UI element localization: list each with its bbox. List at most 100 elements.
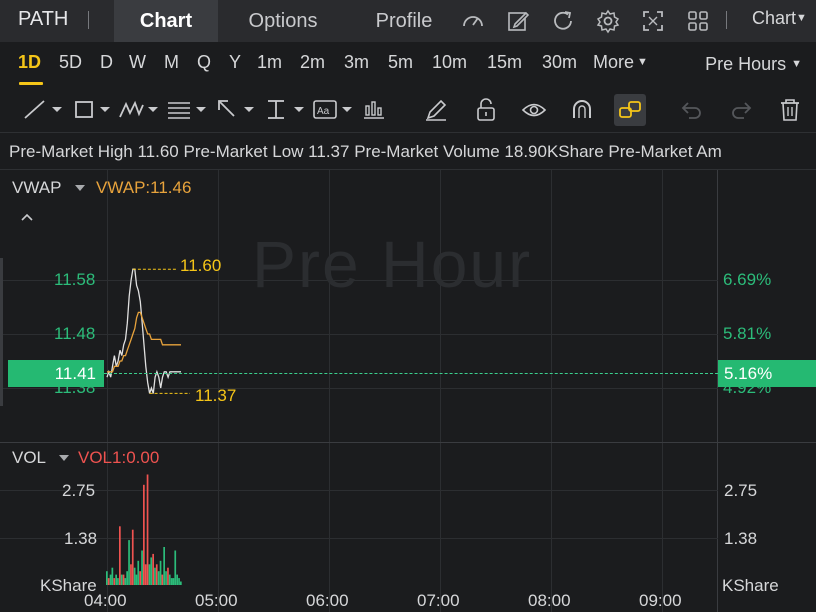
nav-divider	[726, 11, 727, 29]
pattern-icon[interactable]	[118, 96, 164, 124]
redo-icon[interactable]	[727, 96, 755, 124]
period-more-label: More	[593, 52, 635, 72]
volume-bar	[161, 574, 164, 585]
period-5d[interactable]: 5D	[59, 52, 82, 73]
drawing-toolbar: Aa	[0, 90, 816, 130]
volume-bar	[159, 560, 162, 585]
volume-bar	[130, 564, 132, 585]
price-tick: 11.48	[54, 324, 96, 343]
volume-bar	[146, 474, 149, 585]
edit-icon[interactable]	[505, 8, 531, 34]
volume-bar	[172, 578, 175, 585]
volume-tick: 1.38	[724, 529, 758, 548]
low-marker-label: 11.37	[195, 386, 237, 405]
caret-down-icon[interactable]	[75, 185, 85, 191]
text-icon[interactable]: Aa	[312, 96, 358, 124]
fibonacci-icon[interactable]	[166, 96, 212, 124]
grid-line	[0, 538, 718, 539]
time-tick: 09:00	[639, 591, 682, 610]
caret-down-icon[interactable]	[59, 455, 69, 461]
svg-text:Aa: Aa	[317, 106, 330, 117]
indicator-icon[interactable]	[360, 96, 388, 124]
volume-bar	[165, 571, 167, 585]
session-watermark: Pre Hour	[252, 227, 533, 301]
volume-bar	[180, 581, 182, 585]
period-1m[interactable]: 1m	[257, 52, 282, 73]
price-series-line	[106, 268, 181, 394]
caret-down-icon: ▼	[637, 56, 648, 68]
volume-indicator-label[interactable]: VOL	[12, 448, 46, 468]
volume-bar	[135, 574, 138, 585]
price-axis-border	[717, 170, 718, 612]
volume-bar	[152, 553, 154, 585]
session-dropdown[interactable]: Pre Hours ▼	[705, 54, 802, 75]
ticker-symbol[interactable]: PATH	[18, 8, 68, 31]
vwap-value: VWAP:11.46	[96, 178, 192, 197]
volume-bar	[119, 526, 121, 585]
volume-bar	[137, 560, 140, 585]
period-1d[interactable]: 1D	[18, 52, 41, 73]
caret-down-icon: ▼	[791, 58, 802, 70]
pane-divider[interactable]	[0, 442, 816, 443]
period-more[interactable]: More ▼	[593, 52, 648, 73]
grid-icon[interactable]	[685, 8, 711, 34]
time-tick: 04:00	[84, 591, 127, 610]
volume-bar	[109, 574, 112, 585]
volume-bar	[113, 578, 116, 585]
period-m[interactable]: M	[164, 52, 179, 73]
tab-chart[interactable]: Chart	[114, 0, 218, 42]
trend-line-icon[interactable]	[22, 96, 68, 124]
measure-icon[interactable]	[264, 96, 310, 124]
settings-icon[interactable]	[595, 8, 621, 34]
rectangle-icon[interactable]	[72, 96, 118, 124]
period-15m[interactable]: 15m	[487, 52, 522, 73]
period-2m[interactable]: 2m	[300, 52, 325, 73]
volume-value: VOL1:0.00	[78, 448, 160, 467]
volume-tick: 1.38	[64, 529, 98, 548]
last-price-value: 11.41	[54, 364, 96, 383]
eye-icon[interactable]	[520, 96, 548, 124]
period-w[interactable]: W	[129, 52, 146, 73]
tab-profile[interactable]: Profile	[358, 0, 450, 42]
period-bar: 1D 5D D W M Q Y 1m 2m 3m 5m 10m 15m 30m …	[0, 42, 816, 88]
chevron-up-icon[interactable]	[19, 211, 35, 223]
volume-bar	[168, 574, 171, 585]
gauge-icon[interactable]	[460, 8, 486, 34]
grid-line	[662, 170, 663, 612]
grid-line	[0, 334, 718, 335]
period-10m[interactable]: 10m	[432, 52, 467, 73]
tab-options[interactable]: Options	[228, 0, 338, 42]
volume-bar	[148, 564, 151, 585]
trash-icon[interactable]	[776, 96, 804, 124]
grid-line	[0, 388, 718, 389]
refresh-icon[interactable]	[550, 8, 576, 34]
pen-icon[interactable]	[422, 96, 450, 124]
volume-bar	[133, 567, 136, 585]
period-d[interactable]: D	[100, 52, 113, 73]
vwap-series-line	[107, 311, 181, 373]
volume-bar	[141, 550, 143, 585]
volume-bar	[126, 571, 128, 585]
price-tick: 11.58	[54, 270, 96, 289]
pane-resize-handle[interactable]	[0, 258, 3, 406]
lock-icon[interactable]	[472, 96, 500, 124]
volume-bar	[155, 564, 158, 585]
period-3m[interactable]: 3m	[344, 52, 369, 73]
volume-bar	[111, 567, 114, 585]
arrow-icon[interactable]	[214, 96, 260, 124]
active-period-indicator	[19, 82, 43, 85]
nav-divider	[88, 11, 89, 29]
period-30m[interactable]: 30m	[542, 52, 577, 73]
undo-icon[interactable]	[678, 96, 706, 124]
pre-market-info-bar: Pre-Market High 11.60 Pre-Market Low 11.…	[0, 132, 816, 170]
period-y[interactable]: Y	[229, 52, 241, 73]
fullscreen-icon[interactable]	[640, 8, 666, 34]
chart-menu-dropdown[interactable]: Chart▼	[752, 8, 807, 29]
vwap-indicator-label[interactable]: VWAP	[12, 178, 61, 198]
volume-bar	[115, 574, 117, 585]
magnet-icon[interactable]	[568, 96, 596, 124]
volume-bar	[107, 578, 110, 585]
period-5m[interactable]: 5m	[388, 52, 413, 73]
link-icon[interactable]	[616, 96, 644, 124]
period-q[interactable]: Q	[197, 52, 211, 73]
